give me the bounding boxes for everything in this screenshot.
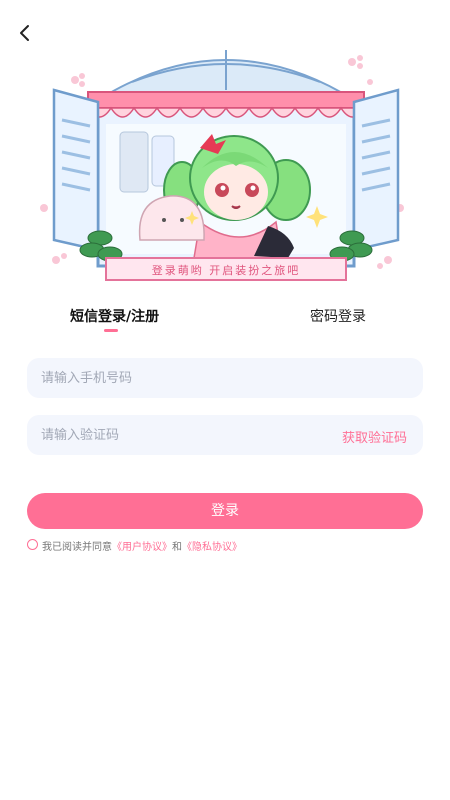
verification-code-input[interactable] bbox=[41, 415, 301, 455]
get-code-button[interactable]: 获取验证码 bbox=[342, 427, 407, 446]
agreement-text: 我已阅读并同意《用户协议》和《隐私协议》 bbox=[42, 538, 242, 553]
active-tab-indicator bbox=[104, 329, 118, 332]
hero-illustration: 登录萌哟 开启装扮之旅吧 bbox=[40, 50, 404, 281]
hero-banner-text: 登录萌哟 开启装扮之旅吧 bbox=[152, 263, 301, 277]
agreement-prefix: 我已阅读并同意 bbox=[42, 542, 112, 553]
back-chevron-icon[interactable] bbox=[12, 20, 38, 46]
login-method-tabs: 短信登录/注册 密码登录 bbox=[0, 306, 450, 340]
verification-code-field: 获取验证码 bbox=[27, 415, 423, 455]
phone-field bbox=[27, 358, 423, 398]
tab-password-login[interactable]: 密码登录 bbox=[310, 306, 366, 326]
tab-sms-login[interactable]: 短信登录/注册 bbox=[70, 306, 159, 326]
phone-input[interactable] bbox=[41, 358, 301, 398]
login-button[interactable]: 登录 bbox=[27, 493, 423, 529]
user-agreement-link[interactable]: 《用户协议》 bbox=[112, 542, 172, 553]
agreement-and: 和 bbox=[172, 542, 182, 553]
privacy-agreement-link[interactable]: 《隐私协议》 bbox=[182, 542, 242, 553]
agreement-checkbox[interactable] bbox=[27, 539, 38, 550]
